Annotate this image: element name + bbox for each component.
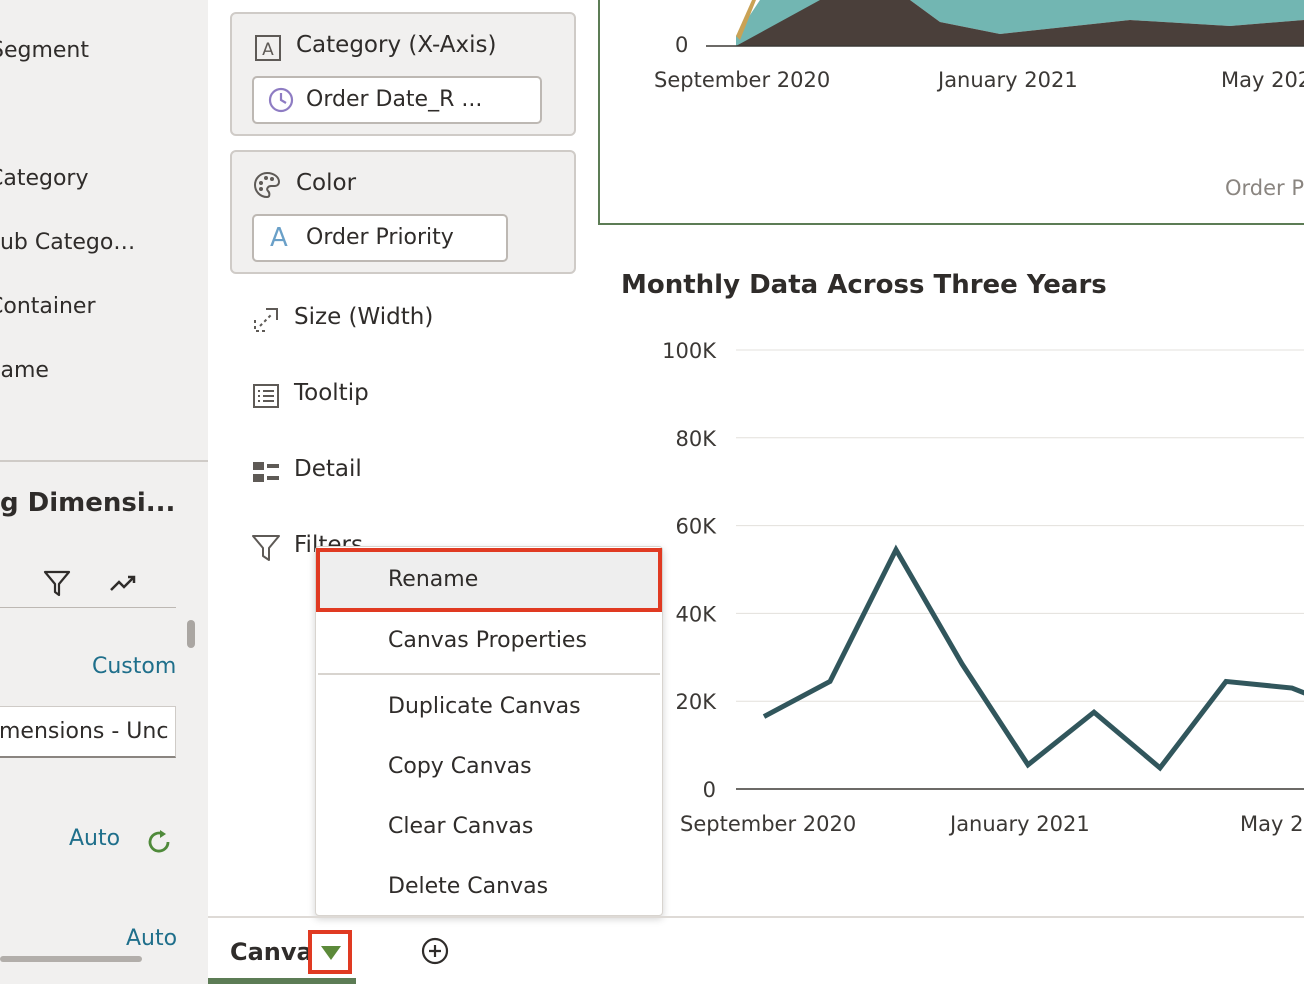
menu-item-copy-canvas[interactable]: Copy Canvas [316, 737, 662, 797]
field-container-label: Container [0, 294, 96, 319]
order-date-pill[interactable]: Order Date_R ... [252, 76, 542, 124]
canvas-tab-label: Canvas 1 [230, 938, 314, 966]
menu-item-duplicate-canvas[interactable]: Duplicate Canvas [316, 677, 662, 737]
y-tick-label: 60K [676, 515, 718, 539]
filter-icon[interactable] [42, 568, 72, 598]
data-panel: Segment Category Sub Catego… Container N… [0, 0, 208, 984]
tooltip-list-icon [253, 384, 279, 408]
field-segment-label: Segment [0, 38, 89, 63]
menu-item-canvas-properties[interactable]: Canvas Properties [316, 611, 662, 671]
size-width-row[interactable]: Size (Width) [294, 304, 433, 330]
menu-item-canvas-properties-label: Canvas Properties [388, 628, 587, 653]
order-priority-pill-label: Order Priority [306, 225, 454, 250]
add-canvas-plus-icon[interactable] [420, 936, 450, 966]
text-attribute-icon: A [270, 223, 288, 253]
menu-item-clear-canvas-label: Clear Canvas [388, 814, 534, 839]
detail-grid-icon [253, 462, 279, 482]
top-chart-x-tick: January 2021 [938, 68, 1078, 92]
y-tick-label: 40K [676, 602, 718, 626]
triangle-down-icon [321, 946, 341, 960]
y-tick-label: 20K [676, 690, 718, 714]
svg-text:A: A [262, 40, 274, 60]
custom-link[interactable]: Custom [92, 654, 176, 679]
filters-funnel-icon [252, 535, 280, 561]
category-drop-title: Category (X-Axis) [296, 32, 497, 58]
detail-row[interactable]: Detail [294, 456, 362, 482]
field-sub-category-label: Sub Catego… [0, 230, 136, 255]
line-chart[interactable]: 100K 80K 60K 40K 20K 0 September 2020 January 2… [600, 320, 1304, 860]
auto-link-secondary[interactable]: Auto [126, 926, 177, 946]
panel-tabs-border [0, 607, 176, 608]
dimension-title-input[interactable]: mensions - Unc [0, 706, 176, 758]
clock-icon [268, 87, 294, 113]
panel-divider [0, 460, 208, 462]
analytics-trend-icon[interactable] [108, 572, 138, 596]
y-tick-label: 80K [676, 427, 718, 451]
field-category[interactable]: Category [0, 166, 89, 191]
chart-title: Monthly Data Across Three Years [621, 270, 1107, 300]
tooltip-row[interactable]: Tooltip [294, 380, 369, 406]
x-tick-label: January 2021 [948, 812, 1090, 836]
palette-icon [254, 171, 281, 199]
field-sub-category[interactable]: Sub Catego… [0, 230, 135, 255]
panel-scrollbar[interactable] [187, 620, 195, 648]
field-segment[interactable]: Segment [0, 38, 89, 63]
rename-menu-item-highlighted[interactable]: Rename [316, 548, 662, 612]
color-drop-zone[interactable]: Color A Order Priority [230, 150, 576, 274]
menu-item-rename-label: Rename [388, 567, 479, 592]
horizontal-scrollbar[interactable] [0, 956, 142, 962]
refresh-icon[interactable] [146, 828, 174, 856]
canvas-menu-dropdown-button[interactable] [308, 930, 352, 974]
top-chart-legend-title: Order P [1225, 176, 1304, 200]
canvas-tab-bar-border [208, 916, 1304, 918]
field-category-label: Category [0, 166, 89, 191]
x-tick-label: May 2021 [1240, 812, 1304, 836]
y-tick-label: 100K [662, 339, 717, 363]
properties-section-title: g Dimensi... [0, 488, 176, 518]
top-chart-y-zero: 0 [675, 33, 689, 57]
auto-link[interactable]: Auto [69, 826, 120, 851]
menu-separator [318, 673, 660, 675]
field-container[interactable]: Container [0, 294, 96, 319]
order-priority-pill[interactable]: A Order Priority [252, 214, 508, 262]
menu-item-clear-canvas[interactable]: Clear Canvas [316, 797, 662, 857]
menu-item-delete-canvas[interactable]: Delete Canvas [316, 857, 662, 917]
canvas-tab-active-indicator [208, 978, 356, 984]
attribute-a-icon: A [255, 35, 281, 61]
color-drop-title: Color [296, 170, 357, 196]
top-chart-x-tick: May 2021 [1221, 68, 1304, 92]
top-area-chart [706, 0, 1304, 47]
y-tick-label: 0 [703, 778, 716, 802]
field-name-label: Name [0, 358, 49, 383]
size-width-icon [254, 308, 278, 332]
top-chart-x-tick: September 2020 [654, 68, 831, 92]
category-drop-zone[interactable]: A Category (X-Axis) Order Date_R ... [230, 12, 576, 136]
paintbrush-icon[interactable] [0, 566, 10, 600]
field-name[interactable]: Name [0, 358, 49, 383]
menu-item-delete-canvas-label: Delete Canvas [388, 874, 549, 899]
menu-item-duplicate-canvas-label: Duplicate Canvas [388, 694, 581, 719]
order-date-pill-label: Order Date_R ... [306, 87, 483, 112]
series-line[interactable] [762, 544, 1304, 772]
menu-item-copy-canvas-label: Copy Canvas [388, 754, 532, 779]
x-tick-label: September 2020 [680, 812, 856, 836]
